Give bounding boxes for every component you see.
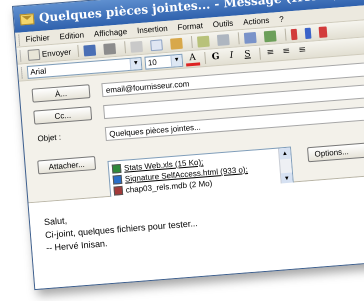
toolbar-grip[interactable]: [19, 49, 24, 62]
chevron-down-icon[interactable]: ▼: [129, 57, 142, 70]
align-left-button[interactable]: ≡: [263, 46, 278, 60]
font-value: Arial: [29, 66, 47, 77]
access-icon: [113, 185, 124, 196]
chevron-up-icon[interactable]: ▲: [279, 147, 291, 160]
attach-button[interactable]: Attacher...: [37, 155, 97, 175]
menu-format[interactable]: Format: [177, 21, 203, 32]
print-button[interactable]: [101, 41, 120, 56]
send-button[interactable]: Envoyer: [25, 44, 73, 62]
menu-fichier[interactable]: Fichier: [25, 33, 50, 44]
font-size-value: 10: [147, 57, 158, 68]
toolbar-separator: [238, 32, 241, 45]
down-arrow-icon: [304, 27, 312, 39]
chevron-down-icon[interactable]: ▼: [170, 54, 183, 67]
toolbar-separator: [191, 35, 194, 48]
subject-label: Objet :: [37, 132, 62, 144]
menu-affichage[interactable]: Affichage: [94, 27, 128, 39]
paste-button[interactable]: [168, 35, 187, 50]
bold-button[interactable]: G: [208, 50, 223, 64]
check-names-icon: [244, 31, 257, 44]
font-color-icon: A: [188, 52, 197, 63]
font-size-select[interactable]: 10 ▼: [144, 53, 184, 70]
menu-edition[interactable]: Edition: [59, 30, 84, 41]
toolbar-separator: [204, 51, 207, 65]
paste-icon: [170, 37, 184, 50]
underline-button[interactable]: S: [240, 48, 255, 62]
screenshot-scene: Quelques pièces jointes... - Message (HT…: [0, 0, 364, 301]
toolbar-separator: [284, 28, 287, 41]
options-button[interactable]: Options...: [306, 142, 364, 163]
align-center-button[interactable]: ≡: [279, 45, 294, 59]
flag-icon: [318, 25, 328, 38]
align-right-button[interactable]: ≡: [295, 43, 310, 57]
send-icon: [27, 48, 41, 61]
message-window: Quelques pièces jointes... - Message (HT…: [12, 0, 364, 291]
fmtbar-grip[interactable]: [20, 66, 25, 78]
toolbar-separator: [77, 44, 80, 57]
menu-outils[interactable]: Outils: [212, 18, 233, 29]
font-color-button[interactable]: A: [185, 51, 201, 67]
cc-button[interactable]: Cc...: [33, 106, 93, 125]
paperclip-icon: [217, 33, 231, 46]
align-center-icon: ≡: [282, 46, 291, 57]
align-right-icon: ≡: [298, 45, 307, 56]
align-left-icon: ≡: [266, 47, 275, 59]
menu-actions[interactable]: Actions: [243, 15, 270, 26]
print-icon: [103, 42, 117, 55]
toolbar-separator: [124, 41, 127, 54]
save-icon: [83, 44, 97, 56]
menubar-grip[interactable]: [18, 33, 23, 46]
save-button[interactable]: [82, 42, 101, 57]
attach-file-button[interactable]: [215, 32, 234, 47]
to-button[interactable]: À...: [31, 84, 91, 103]
spelling-button[interactable]: [262, 28, 281, 43]
italic-button[interactable]: I: [224, 49, 239, 63]
html-icon: [112, 174, 123, 185]
toolbar-separator: [259, 47, 261, 60]
exclamation-icon: [290, 28, 298, 40]
copy-button[interactable]: [148, 37, 167, 52]
envelope-icon: [19, 12, 35, 25]
address-book-icon: [197, 35, 211, 48]
check-names-button[interactable]: [242, 30, 261, 45]
scissors-icon: [130, 40, 144, 53]
copy-icon: [150, 38, 164, 51]
send-label: Envoyer: [41, 47, 72, 59]
flag-button[interactable]: [317, 24, 332, 39]
spelling-icon: [264, 29, 277, 42]
address-book-button[interactable]: [195, 33, 214, 48]
excel-icon: [111, 163, 122, 174]
attachments-scrollbar[interactable]: ▲ ▼: [278, 147, 293, 185]
menu-help[interactable]: ?: [279, 14, 284, 23]
importance-high-button[interactable]: [289, 26, 302, 41]
importance-low-button[interactable]: [303, 25, 316, 40]
cut-button[interactable]: [128, 39, 147, 54]
menu-insertion[interactable]: Insertion: [137, 23, 168, 34]
